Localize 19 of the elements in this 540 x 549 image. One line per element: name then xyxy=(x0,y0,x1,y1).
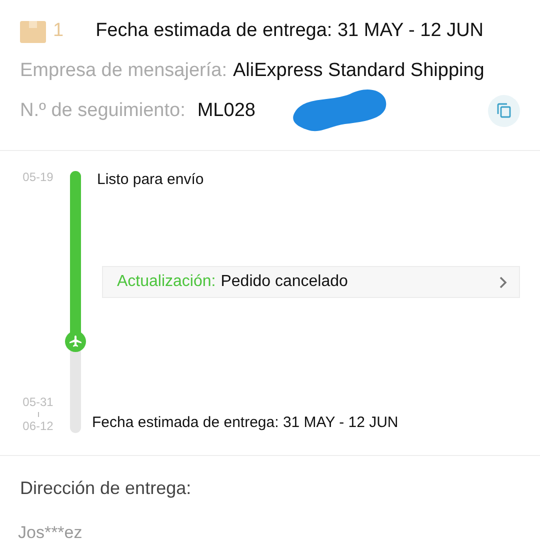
address-title: Dirección de entrega: xyxy=(20,478,192,499)
carrier-label: Empresa de mensajería: xyxy=(20,60,227,82)
carrier-name: AliExpress Standard Shipping xyxy=(233,60,484,82)
copy-icon xyxy=(497,103,511,118)
recipient-name: Jos***ez xyxy=(18,523,84,543)
event-date: 05-19 xyxy=(22,171,54,184)
plane-icon xyxy=(65,331,86,352)
event-text: Listo para envío xyxy=(97,171,204,188)
chevron-icon xyxy=(499,276,507,288)
package-count: 1 xyxy=(53,20,64,42)
event-text: Fecha estimada de entrega: 31 MAY - 12 JUN xyxy=(92,414,398,433)
copy-button[interactable] xyxy=(488,94,520,126)
tracking-number: ML028 xyxy=(197,100,256,122)
event-date: 05-31 xyxy=(22,396,54,409)
update-card[interactable]: Actualización: Pedido cancelado xyxy=(102,266,520,298)
tracking-label: N.º de seguimiento: xyxy=(20,100,186,122)
estimated-delivery: Fecha estimada de entrega: 31 MAY - 12 JUN xyxy=(96,20,484,42)
box-icon xyxy=(20,18,46,42)
event-date: 06-12 xyxy=(22,420,54,433)
